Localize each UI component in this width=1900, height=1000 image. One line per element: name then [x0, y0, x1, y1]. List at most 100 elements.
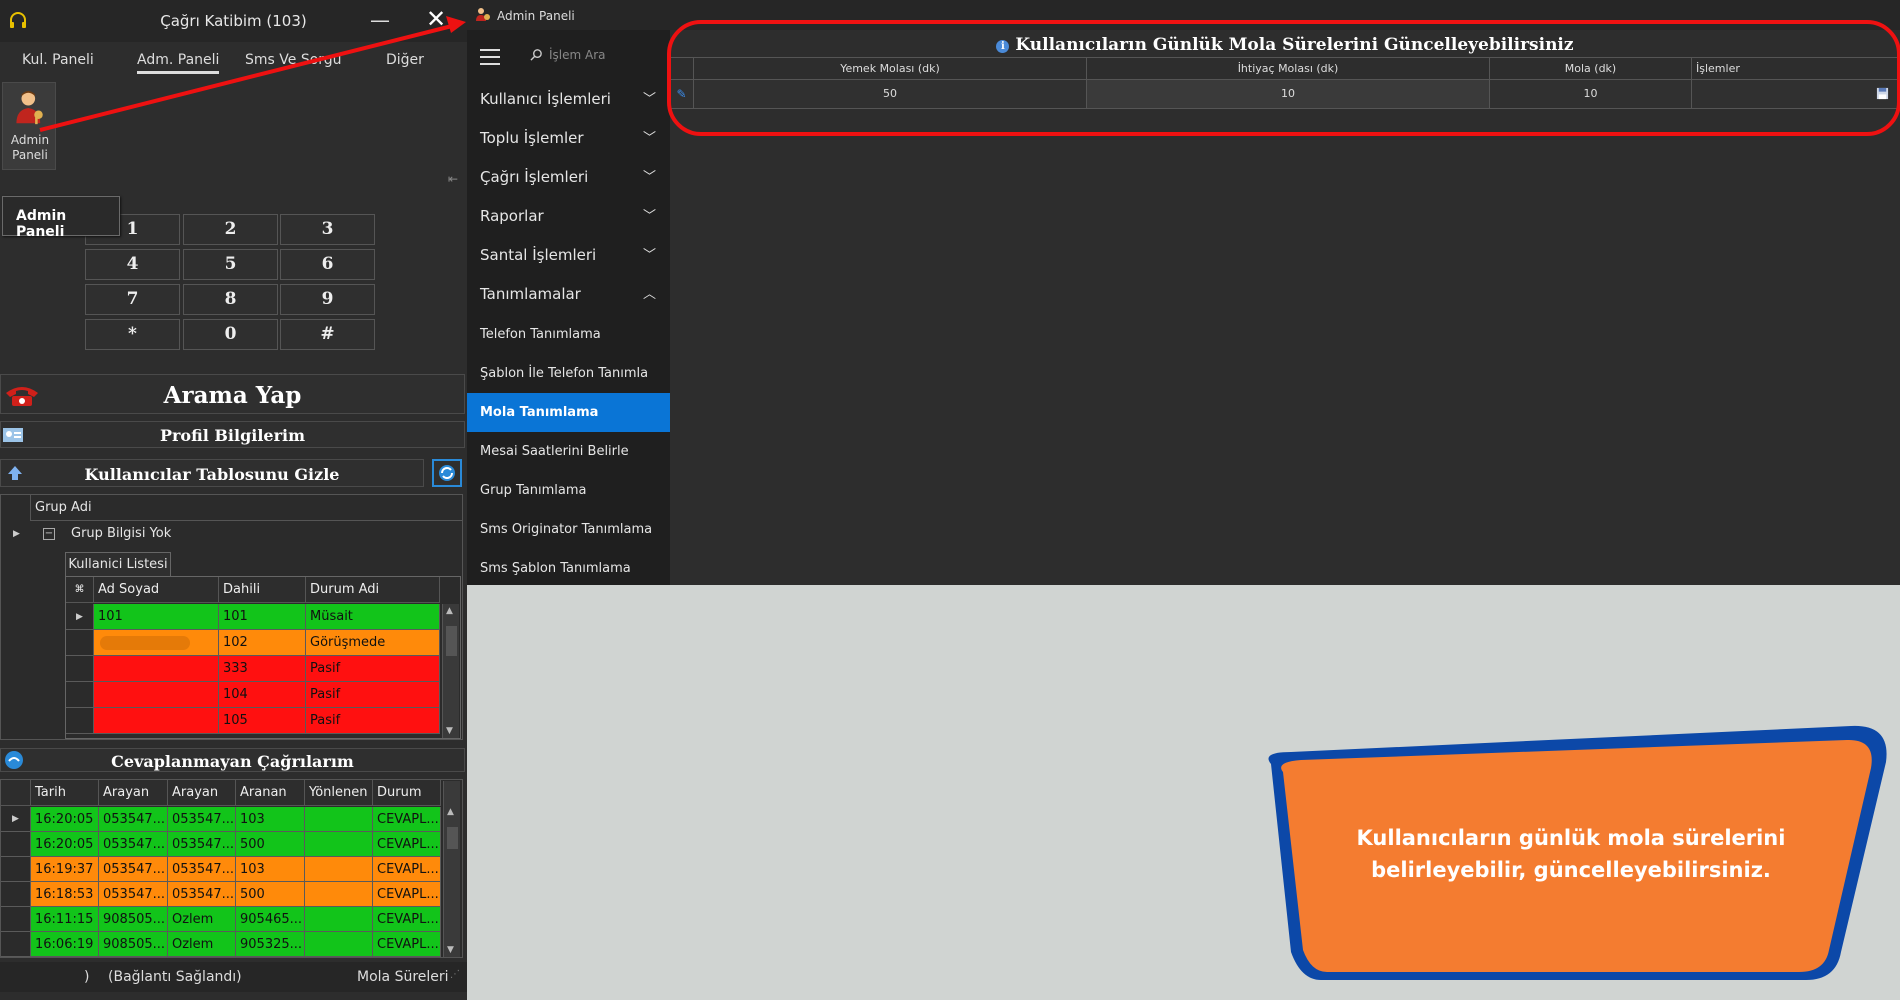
key-star[interactable]: *	[85, 319, 180, 350]
user-name[interactable]	[94, 682, 219, 708]
missed-call-row[interactable]: 16:19:37 053547... 053547... 103 CEVAPL...	[1, 857, 443, 882]
key-2[interactable]: 2	[183, 214, 278, 245]
missed-call-row[interactable]: 16:20:05 053547... 053547... 500 CEVAPL...	[1, 832, 443, 857]
user-row[interactable]: 333 Pasif	[66, 656, 441, 682]
user-row[interactable]: 105 Pasif	[66, 708, 441, 734]
user-row[interactable]: 104 Pasif	[66, 682, 441, 708]
pin-icon[interactable]: ⇤	[448, 172, 458, 186]
missed-routed[interactable]	[305, 882, 373, 907]
user-status[interactable]: Müsait	[306, 604, 440, 630]
hamburger-menu-icon[interactable]	[480, 49, 500, 70]
missed-caller2[interactable]: 053547...	[168, 857, 236, 882]
tab-sms-ve-sorgu[interactable]: Sms Ve Sorgu	[245, 52, 342, 68]
user-row[interactable]: 102 Görüşmede	[66, 630, 441, 656]
missed-status[interactable]: CEVAPL...	[373, 932, 441, 957]
scroll-up-icon[interactable]: ▲	[446, 606, 453, 616]
sub-nav-item[interactable]: Mola Tanımlama	[467, 393, 670, 432]
missed-caller1[interactable]: 908505...	[99, 932, 168, 957]
nav-item[interactable]: Çağrı İşlemleri ﹀	[467, 158, 670, 197]
scroll-down-icon[interactable]: ▼	[447, 945, 454, 955]
missed-caller1[interactable]: 053547...	[99, 807, 168, 832]
missed-routed[interactable]	[305, 857, 373, 882]
user-status[interactable]: Pasif	[306, 656, 440, 682]
col-yonlenen[interactable]: Yönlenen	[305, 780, 373, 806]
nav-item[interactable]: Raporlar ﹀	[467, 197, 670, 236]
user-name[interactable]: 101	[94, 604, 219, 630]
key-9[interactable]: 9	[280, 284, 375, 315]
missed-call-row[interactable]: 16:11:15 908505... Ozlem 905465... CEVAPL...	[1, 907, 443, 932]
missed-caller2[interactable]: Ozlem	[168, 932, 236, 957]
key-hash[interactable]: #	[280, 319, 375, 350]
user-ext[interactable]: 105	[219, 708, 306, 734]
user-status[interactable]: Görüşmede	[306, 630, 440, 656]
key-4[interactable]: 4	[85, 249, 180, 280]
missed-caller2[interactable]: Ozlem	[168, 907, 236, 932]
missed-time[interactable]: 16:20:05	[31, 807, 99, 832]
missed-called[interactable]: 905465...	[236, 907, 305, 932]
scroll-thumb[interactable]	[447, 827, 458, 849]
missed-status[interactable]: CEVAPL...	[373, 807, 441, 832]
key-8[interactable]: 8	[183, 284, 278, 315]
col-dahili[interactable]: Dahili	[219, 577, 306, 603]
user-ext[interactable]: 333	[219, 656, 306, 682]
nav-item[interactable]: Kullanıcı İşlemleri ﹀	[467, 80, 670, 119]
missed-time[interactable]: 16:11:15	[31, 907, 99, 932]
missed-time[interactable]: 16:18:53	[31, 882, 99, 907]
user-status[interactable]: Pasif	[306, 708, 440, 734]
user-row[interactable]: ▶ 101 101 Müsait	[66, 604, 441, 630]
nav-item[interactable]: Toplu İşlemler ﹀	[467, 119, 670, 158]
refresh-button[interactable]	[432, 459, 462, 487]
key-3[interactable]: 3	[280, 214, 375, 245]
scroll-up-icon[interactable]: ▲	[447, 807, 454, 817]
missed-routed[interactable]	[305, 807, 373, 832]
col-durum[interactable]: Durum	[373, 780, 441, 806]
users-table-toggle[interactable]: Kullanıcılar Tablosunu Gizle	[0, 459, 424, 487]
missed-caller1[interactable]: 053547...	[99, 832, 168, 857]
sub-nav-item[interactable]: Grup Tanımlama	[467, 471, 670, 510]
minimize-button[interactable]: —	[370, 8, 390, 32]
scroll-thumb[interactable]	[446, 626, 457, 656]
tab-kul-paneli[interactable]: Kul. Paneli	[22, 52, 94, 68]
tab-adm-paneli[interactable]: Adm. Paneli	[137, 52, 220, 74]
user-ext[interactable]: 102	[219, 630, 306, 656]
key-5[interactable]: 5	[183, 249, 278, 280]
missed-time[interactable]: 16:06:19	[31, 932, 99, 957]
col-tarih[interactable]: Tarih	[31, 780, 99, 806]
missed-routed[interactable]	[305, 907, 373, 932]
profile-section-button[interactable]: Profil Bilgilerim	[0, 421, 465, 448]
missed-call-row[interactable]: ▶ 16:20:05 053547... 053547... 103 CEVAPL...	[1, 807, 443, 832]
nav-item[interactable]: Santal İşlemleri ﹀	[467, 236, 670, 275]
missed-caller1[interactable]: 908505...	[99, 907, 168, 932]
user-grid-scrollbar[interactable]: ▲ ▼	[442, 604, 459, 738]
user-list-tab[interactable]: Kullanici Listesi	[65, 552, 171, 576]
key-7[interactable]: 7	[85, 284, 180, 315]
missed-caller2[interactable]: 053547...	[168, 832, 236, 857]
missed-caller2[interactable]: 053547...	[168, 807, 236, 832]
missed-status[interactable]: CEVAPL...	[373, 907, 441, 932]
missed-caller1[interactable]: 053547...	[99, 882, 168, 907]
col-ad-soyad[interactable]: Ad Soyad	[94, 577, 219, 603]
missed-called[interactable]: 500	[236, 832, 305, 857]
search-input[interactable]: İşlem Ara	[549, 48, 606, 62]
missed-routed[interactable]	[305, 832, 373, 857]
user-name[interactable]	[94, 708, 219, 734]
user-status[interactable]: Pasif	[306, 682, 440, 708]
missed-calls-section[interactable]: Cevaplanmayan Çağrılarım	[0, 748, 465, 772]
missed-called[interactable]: 905325...	[236, 932, 305, 957]
collapse-icon[interactable]: −	[43, 528, 55, 540]
col-durum-adi[interactable]: Durum Adi	[306, 577, 440, 603]
call-button[interactable]: Arama Yap	[0, 374, 465, 414]
scroll-down-icon[interactable]: ▼	[446, 726, 453, 736]
sub-nav-item[interactable]: Telefon Tanımlama	[467, 315, 670, 354]
missed-status[interactable]: CEVAPL...	[373, 857, 441, 882]
missed-call-row[interactable]: 16:18:53 053547... 053547... 500 CEVAPL...	[1, 882, 443, 907]
missed-time[interactable]: 16:19:37	[31, 857, 99, 882]
missed-called[interactable]: 500	[236, 882, 305, 907]
sub-nav-item[interactable]: Sms Originator Tanımlama	[467, 510, 670, 549]
missed-grid-scrollbar[interactable]: ▲ ▼	[443, 781, 460, 957]
admin-panel-button[interactable]: Admin Paneli	[2, 82, 56, 170]
missed-caller2[interactable]: 053547...	[168, 882, 236, 907]
col-arayan-1[interactable]: Arayan	[99, 780, 168, 806]
user-ext[interactable]: 101	[219, 604, 306, 630]
grid-select-icon[interactable]: ⌘	[66, 577, 94, 603]
